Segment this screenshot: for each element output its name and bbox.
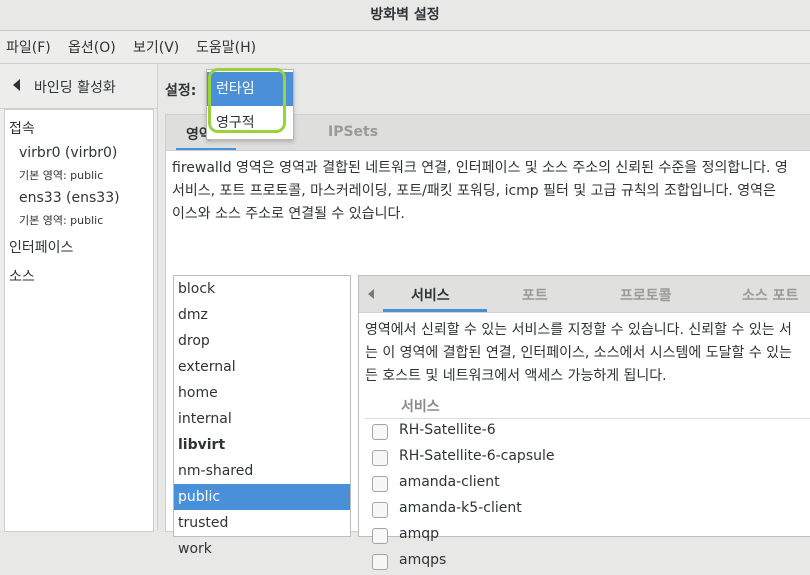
interfaces-item[interactable]: 인터페이스	[9, 237, 73, 257]
scroll-left-arrow-icon[interactable]	[368, 289, 374, 299]
menu-options[interactable]: 옵션(O)	[68, 31, 116, 65]
service-name: RH-Satellite-6	[399, 422, 496, 438]
binding-label: 바인딩 활성화	[34, 80, 116, 96]
connection-name[interactable]: ens33 (ens33)	[19, 190, 120, 206]
window-titlebar: 방화벽 설정	[0, 0, 810, 31]
zone-sub-tabs: 서비스 포트 프로토콜 소스 포트	[359, 276, 810, 313]
annotation-highlight	[208, 68, 286, 133]
subtab-protocols[interactable]: 프로토콜	[620, 285, 672, 305]
setting-label: 설정:	[165, 83, 197, 99]
service-checkbox[interactable]	[372, 554, 388, 570]
zone-item[interactable]: work	[174, 536, 350, 562]
subtab-ports[interactable]: 포트	[522, 285, 548, 305]
menu-view[interactable]: 보기(V)	[133, 31, 179, 65]
service-name: amqp	[399, 526, 439, 542]
service-row[interactable]: amqps	[365, 549, 810, 575]
services-header-label: 서비스	[401, 399, 440, 415]
service-row[interactable]: RH-Satellite-6	[365, 419, 810, 445]
subtab-services[interactable]: 서비스	[411, 285, 450, 305]
active-subtab-indicator	[383, 309, 487, 312]
connections-panel: 접속 virbr0 (virbr0) 기본 영역: public ens33 (…	[4, 109, 154, 532]
connections-header[interactable]: 접속	[9, 118, 35, 138]
service-row[interactable]: amanda-k5-client	[365, 497, 810, 523]
connection-zone: 기본 영역: public	[19, 214, 104, 227]
zone-description: firewalld 영역은 영역과 결합된 네트워크 연결, 인터페이스 및 소…	[172, 160, 788, 222]
tab-ipsets[interactable]: IPSets	[328, 124, 378, 140]
service-checkbox[interactable]	[372, 424, 388, 440]
zone-item[interactable]: block	[174, 276, 350, 302]
sources-item[interactable]: 소스	[9, 266, 35, 286]
zone-list: block dmz drop external home internal li…	[173, 275, 351, 557]
zone-item[interactable]: libvirt	[174, 432, 350, 458]
service-row[interactable]: amqp	[365, 523, 810, 549]
window-title: 방화벽 설정	[370, 7, 440, 23]
service-checkbox[interactable]	[372, 502, 388, 518]
service-name: amqps	[399, 552, 447, 568]
zone-item[interactable]: internal	[174, 406, 350, 432]
zone-item[interactable]: home	[174, 380, 350, 406]
service-row[interactable]: RH-Satellite-6-capsule	[365, 445, 810, 471]
zone-item[interactable]: trusted	[174, 510, 350, 536]
services-column-header[interactable]: 서비스	[365, 394, 810, 419]
binding-toggle[interactable]: 바인딩 활성화	[0, 64, 157, 109]
zone-item-selected[interactable]: public	[174, 484, 350, 510]
service-checkbox[interactable]	[372, 528, 388, 544]
connection-name[interactable]: virbr0 (virbr0)	[19, 145, 117, 161]
service-row[interactable]: amanda-client	[365, 471, 810, 497]
service-name: amanda-client	[399, 474, 500, 490]
collapse-arrow-icon[interactable]	[13, 79, 20, 91]
menu-file[interactable]: 파일(F)	[6, 31, 51, 65]
service-name: amanda-k5-client	[399, 500, 522, 516]
zone-item[interactable]: dmz	[174, 302, 350, 328]
zone-item[interactable]: external	[174, 354, 350, 380]
service-checkbox[interactable]	[372, 450, 388, 466]
service-checkbox[interactable]	[372, 476, 388, 492]
subtab-source-ports[interactable]: 소스 포트	[742, 285, 798, 305]
sidebar: 바인딩 활성화 접속 virbr0 (virbr0) 기본 영역: public…	[0, 64, 158, 532]
zone-item[interactable]: drop	[174, 328, 350, 354]
zones-content: firewalld 영역은 영역과 결합된 네트워크 연결, 인터페이스 및 소…	[165, 150, 810, 570]
services-description: 영역에서 신뢰할 수 있는 서비스를 지정할 수 있습니다. 신뢰할 수 있는 …	[365, 322, 792, 384]
menu-bar: 파일(F) 옵션(O) 보기(V) 도움말(H)	[0, 31, 810, 64]
zone-item[interactable]: nm-shared	[174, 458, 350, 484]
zone-settings-panel: 서비스 포트 프로토콜 소스 포트 영역에서 신뢰할 수 있는 서비스를 지정할…	[358, 275, 810, 570]
connection-zone: 기본 영역: public	[19, 169, 104, 182]
menu-help[interactable]: 도움말(H)	[196, 31, 256, 65]
service-name: RH-Satellite-6-capsule	[399, 448, 555, 464]
